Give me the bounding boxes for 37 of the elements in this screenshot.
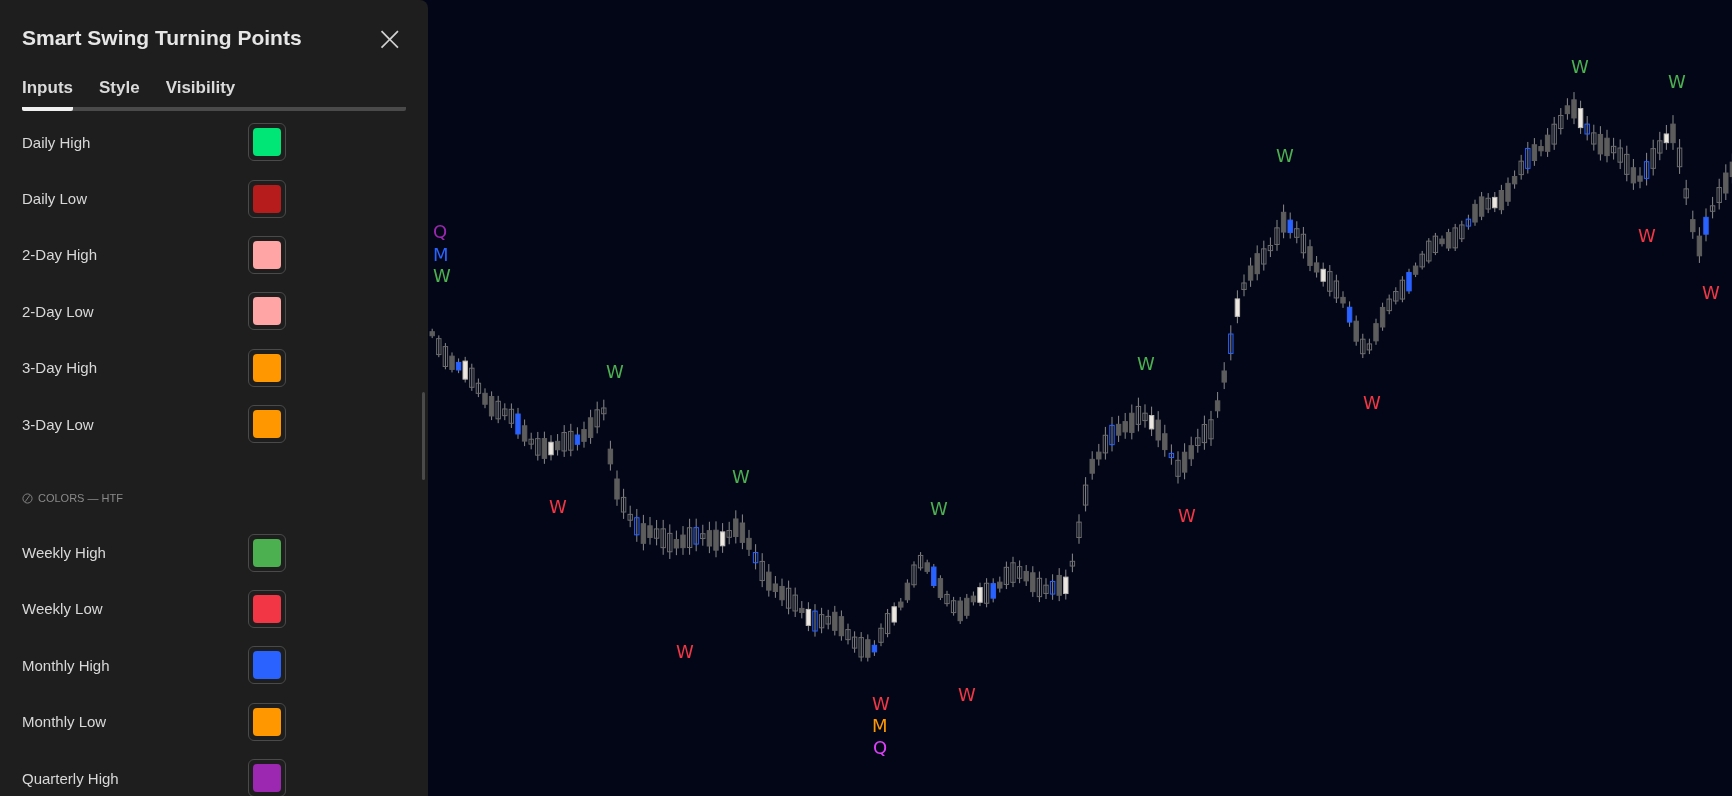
setting-label: 3-Day High [22, 359, 99, 377]
setting-label: 2-Day Low [22, 302, 95, 320]
close-button[interactable]: × [373, 21, 406, 55]
tab[interactable]: Inputs [22, 74, 73, 111]
setting-label: Weekly Low [22, 600, 104, 618]
swing-label: W [1702, 282, 1720, 303]
swing-label: W [549, 496, 567, 517]
swing-label: M [872, 715, 888, 736]
section-header: COLORS — HTF [38, 492, 123, 505]
swing-label: Q [433, 221, 448, 242]
swing-label: Q [873, 737, 888, 758]
swing-label: W [732, 466, 750, 487]
setting-label: Daily Low [22, 190, 89, 208]
swing-label: W [1137, 353, 1155, 374]
tab[interactable]: Visibility [165, 74, 236, 111]
swing-label: W [1668, 71, 1686, 92]
setting-label: Weekly High [22, 544, 107, 562]
setting-label: Monthly Low [22, 713, 108, 731]
swing-label: W [1276, 145, 1294, 166]
swing-label: M [433, 244, 449, 265]
swing-label: W [1178, 505, 1196, 526]
setting-label: Quarterly High [22, 769, 120, 787]
swing-label: W [433, 265, 451, 286]
swing-label: W [676, 641, 694, 662]
swing-label: W [606, 361, 624, 382]
swing-label: W [1363, 392, 1381, 413]
setting-label: 3-Day Low [22, 415, 95, 433]
panel-title: Smart Swing Turning Points [22, 26, 302, 50]
swing-label: W [1638, 225, 1656, 246]
setting-label: Daily High [22, 133, 92, 151]
setting-label: Monthly High [22, 656, 111, 674]
tab[interactable]: Style [99, 74, 140, 111]
swing-label: W [930, 498, 948, 519]
swing-label: W [1571, 56, 1589, 77]
setting-label: 2-Day High [22, 246, 99, 264]
swing-label: W [958, 684, 976, 705]
swing-label: W [872, 693, 890, 714]
